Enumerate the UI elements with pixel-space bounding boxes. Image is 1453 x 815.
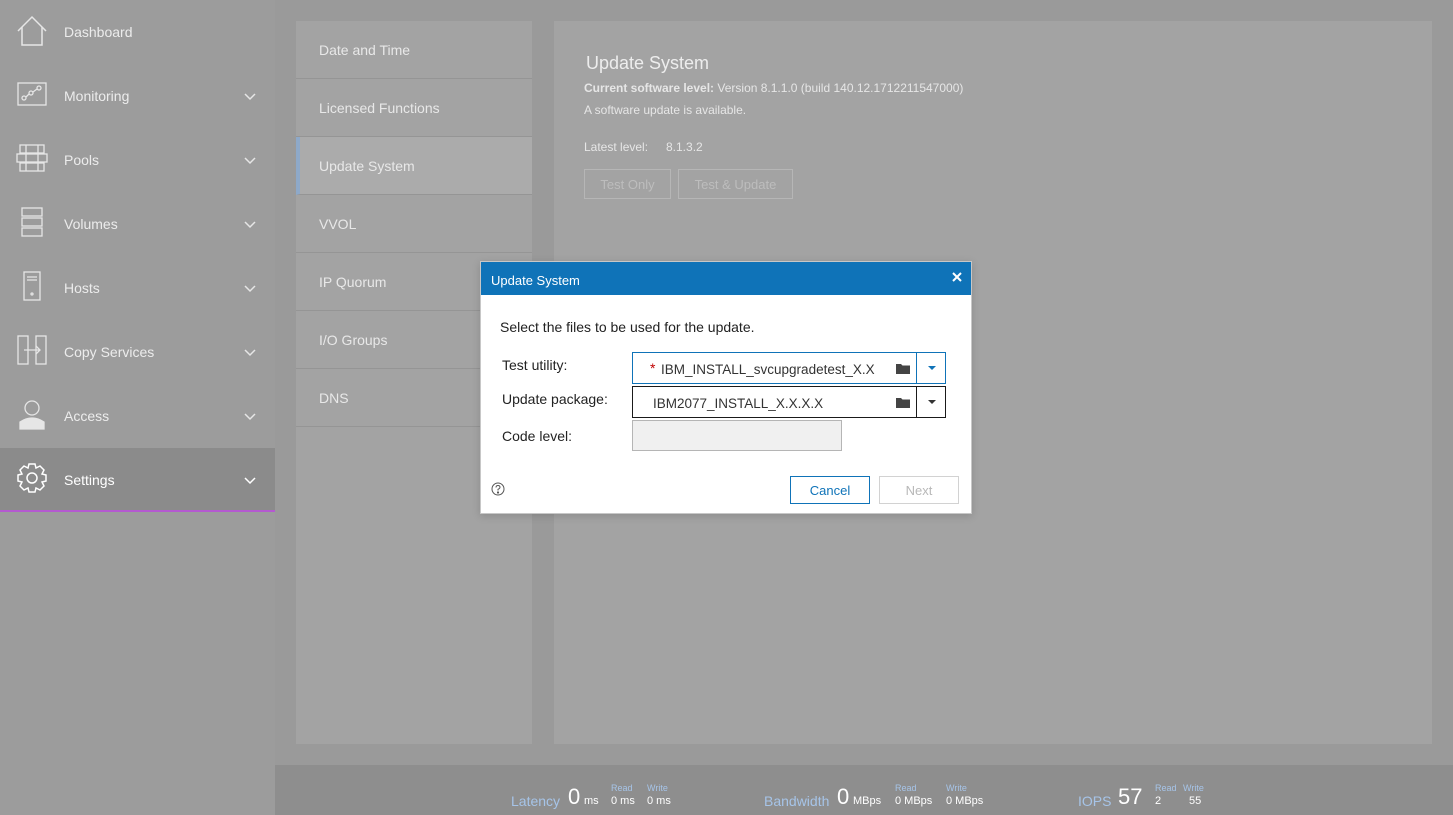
test-only-button[interactable]: Test Only (584, 169, 671, 199)
folder-icon[interactable] (895, 396, 911, 409)
copy-services-icon (17, 335, 47, 365)
iops-read-value: 2 (1155, 795, 1162, 807)
dialog-title: Update System (491, 273, 580, 288)
required-marker: * (650, 360, 656, 376)
latency-write-label: Write (647, 783, 668, 793)
test-utility-value: IBM_INSTALL_svcupgradetest_X.X (661, 362, 875, 377)
caret-down-icon (928, 366, 936, 370)
subnav-item-update-system[interactable]: Update System (296, 137, 532, 195)
test-utility-label: Test utility: (502, 357, 568, 373)
sidebar-item-pools[interactable]: Pools (0, 128, 275, 192)
update-package-dropdown-button[interactable] (916, 386, 946, 418)
update-package-value: IBM2077_INSTALL_X.X.X.X (653, 396, 824, 411)
main-sidebar: Dashboard Monitoring Pools Volumes Hosts… (0, 0, 275, 815)
sidebar-item-label: Copy Services (64, 344, 155, 360)
code-level-label: Code level: (502, 428, 573, 444)
bandwidth-read-label: Read (895, 783, 917, 793)
subnav-item-label: Update System (319, 158, 415, 174)
latency-value: 0 (568, 784, 581, 809)
latest-level-label: Latest level: (584, 140, 649, 154)
chevron-down-icon[interactable] (243, 92, 257, 102)
gear-icon (17, 463, 47, 493)
bandwidth-write-label: Write (946, 783, 967, 793)
iops-write-label: Write (1183, 783, 1204, 793)
home-icon (17, 15, 47, 46)
latency-label: Latency (511, 793, 561, 809)
subnav-item-label: DNS (319, 390, 349, 406)
current-software-level: Current software level: Version 8.1.1.0 … (584, 81, 963, 95)
latest-level-value: 8.1.3.2 (666, 140, 703, 154)
bandwidth-unit: MBps (853, 795, 882, 807)
sidebar-item-dashboard[interactable]: Dashboard (0, 0, 275, 64)
code-level-field (632, 420, 842, 451)
iops-read-label: Read (1155, 783, 1177, 793)
latency-metric: Latency 0 ms Read 0 ms Write 0 ms (511, 765, 691, 815)
sidebar-item-monitoring[interactable]: Monitoring (0, 64, 275, 128)
chevron-down-icon[interactable] (243, 284, 257, 294)
bandwidth-read-value: 0 MBps (895, 795, 933, 807)
iops-write-value: 55 (1189, 795, 1202, 807)
subnav-item-vvol[interactable]: VVOL (296, 195, 532, 253)
sidebar-item-label: Dashboard (64, 24, 133, 40)
close-icon[interactable] (949, 269, 965, 285)
chevron-down-icon[interactable] (243, 348, 257, 358)
sidebar-item-settings[interactable]: Settings (0, 448, 275, 512)
bandwidth-write-value: 0 MBps (946, 795, 984, 807)
subnav-item-label: Date and Time (319, 42, 411, 58)
monitoring-icon (17, 82, 47, 106)
test-and-update-button[interactable]: Test & Update (678, 169, 793, 199)
sidebar-item-hosts[interactable]: Hosts (0, 256, 275, 320)
subnav-item-label: Licensed Functions (319, 100, 440, 116)
sidebar-item-label: Hosts (64, 280, 100, 296)
chevron-down-icon[interactable] (243, 412, 257, 422)
current-level-label: Current software level: (584, 81, 715, 95)
subnav-item-label: VVOL (319, 216, 357, 232)
latency-write-value: 0 ms (647, 795, 671, 807)
pools-icon (16, 144, 48, 172)
sidebar-item-label: Volumes (64, 216, 118, 232)
bandwidth-label: Bandwidth (764, 793, 830, 809)
access-icon (19, 400, 45, 430)
latency-read-value: 0 ms (611, 795, 635, 807)
iops-value: 57 (1118, 784, 1143, 809)
page-title: Update System (586, 53, 710, 73)
sidebar-item-label: Pools (64, 152, 100, 168)
bandwidth-value: 0 (837, 784, 850, 809)
chevron-down-icon[interactable] (243, 476, 257, 486)
chevron-down-icon[interactable] (243, 156, 257, 166)
dialog-instructions: Select the files to be used for the upda… (500, 319, 755, 335)
performance-status-bar: Latency 0 ms Read 0 ms Write 0 ms Bandwi… (275, 765, 1453, 815)
chevron-down-icon[interactable] (243, 220, 257, 230)
subnav-item-label: IP Quorum (319, 274, 387, 290)
iops-label: IOPS (1078, 793, 1112, 809)
next-button[interactable]: Next (879, 476, 959, 504)
subnav-item-date-time[interactable]: Date and Time (296, 21, 532, 79)
cancel-button[interactable]: Cancel (790, 476, 870, 504)
current-level-value: Version 8.1.1.0 (build 140.12.1712211547… (717, 81, 964, 95)
update-package-label: Update package: (502, 391, 608, 407)
iops-metric: IOPS 57 Read 2 Write 55 (1078, 765, 1238, 815)
folder-icon[interactable] (895, 362, 911, 375)
subnav-item-licensed-functions[interactable]: Licensed Functions (296, 79, 532, 137)
hosts-icon (23, 271, 41, 301)
sidebar-item-access[interactable]: Access (0, 384, 275, 448)
sidebar-item-label: Access (64, 408, 110, 424)
test-utility-dropdown-button[interactable] (916, 352, 946, 384)
sidebar-item-label: Settings (64, 472, 115, 488)
latency-read-label: Read (611, 783, 633, 793)
update-available-text: A software update is available. (584, 103, 747, 117)
update-system-dialog: Update System Select the files to be use… (480, 261, 972, 514)
sidebar-item-volumes[interactable]: Volumes (0, 192, 275, 256)
update-package-field[interactable]: IBM2077_INSTALL_X.X.X.X (632, 386, 946, 418)
bandwidth-metric: Bandwidth 0 MBps Read 0 MBps Write 0 MBp… (764, 765, 1004, 815)
help-icon[interactable] (491, 482, 505, 496)
sidebar-item-label: Monitoring (64, 88, 130, 104)
subnav-item-label: I/O Groups (319, 332, 388, 348)
latency-unit: ms (584, 795, 599, 807)
test-utility-field[interactable]: * IBM_INSTALL_svcupgradetest_X.X (632, 352, 946, 384)
volumes-icon (21, 207, 43, 237)
dialog-header: Update System (481, 262, 971, 295)
sidebar-item-copy-services[interactable]: Copy Services (0, 320, 275, 384)
caret-down-icon (928, 400, 936, 404)
